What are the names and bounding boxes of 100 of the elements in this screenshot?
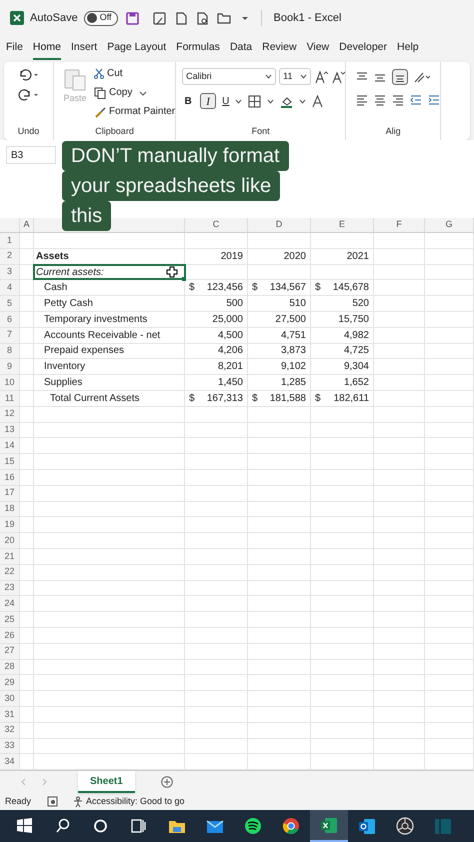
- scissors-icon: [94, 68, 104, 79]
- cell-value: 9,304: [344, 360, 369, 374]
- copy-icon: [94, 86, 106, 98]
- cut-button[interactable]: Cut: [94, 66, 176, 81]
- cell-value: 4,751: [280, 328, 306, 343]
- paintbrush-icon: [94, 106, 106, 118]
- align-center-icon[interactable]: [374, 94, 386, 106]
- cell-value: 4,982: [344, 328, 369, 343]
- menu-tab[interactable]: Formulas: [176, 38, 220, 60]
- italic-button[interactable]: I: [200, 93, 216, 109]
- cell-value: 134,567: [270, 281, 306, 296]
- menu-tab[interactable]: Insert: [70, 38, 98, 60]
- increase-font-icon[interactable]: [314, 70, 328, 84]
- currency-sign: $: [252, 392, 258, 406]
- cell-text: Petty Cash: [43, 297, 93, 312]
- menu-tab[interactable]: Data: [230, 38, 252, 60]
- decrease-font-icon[interactable]: [331, 70, 346, 84]
- fill-color-icon[interactable]: [280, 94, 294, 108]
- print-preview-icon[interactable]: [196, 12, 209, 24]
- redo-icon[interactable]: [18, 88, 40, 102]
- cell-value: 15,750: [338, 312, 369, 327]
- menu-tab[interactable]: Review: [262, 38, 297, 60]
- save-as-icon[interactable]: [152, 12, 166, 24]
- column-header[interactable]: A: [23, 218, 30, 232]
- autosave-label: AutoSave: [30, 10, 78, 26]
- name-box[interactable]: B3: [6, 146, 56, 164]
- align-right-icon[interactable]: [392, 94, 404, 106]
- cell-value: 123,456: [206, 281, 243, 296]
- caret-icon: [139, 88, 148, 96]
- cell-text: Assets: [35, 250, 69, 264]
- cell-text: Cash: [43, 281, 68, 296]
- folder-icon[interactable]: [216, 12, 231, 24]
- caret-icon: [267, 98, 274, 104]
- cell-text: Supplies: [43, 376, 82, 390]
- cell-text: Prepaid expenses: [43, 344, 124, 358]
- underline-button[interactable]: U: [222, 94, 230, 108]
- cell-value: 2020: [284, 250, 306, 264]
- font-size-field[interactable]: 11: [279, 68, 312, 85]
- cell-value: 4,206: [218, 344, 243, 358]
- save-icon[interactable]: [126, 12, 139, 24]
- sheet-tab[interactable]: Sheet1: [78, 771, 135, 794]
- new-file-icon[interactable]: [176, 12, 187, 24]
- column-header[interactable]: C: [212, 218, 220, 232]
- cell-value: 182,611: [334, 392, 369, 406]
- cell-value: 1,652: [344, 376, 369, 390]
- undo-icon[interactable]: [18, 68, 40, 82]
- caret-icon: [265, 73, 272, 80]
- group-label: Undo: [18, 125, 40, 138]
- menu-tab[interactable]: Page Layout: [107, 38, 166, 60]
- group-label: Clipboard: [95, 125, 134, 138]
- column-header[interactable]: G: [445, 218, 452, 232]
- cell-value: 27,500: [275, 312, 306, 327]
- cell-value: 1,450: [218, 376, 243, 390]
- currency-sign: $: [189, 281, 195, 296]
- cell-value: 9,102: [280, 360, 306, 374]
- align-bottom-icon[interactable]: [392, 69, 408, 85]
- cell-value: 8,201: [218, 360, 243, 374]
- cell-value: 500: [226, 297, 243, 312]
- orientation-icon[interactable]: [414, 71, 430, 83]
- cell-text: Inventory: [43, 360, 86, 374]
- move-cursor-icon: [166, 266, 178, 278]
- group-label: Alig: [386, 125, 401, 138]
- align-left-icon[interactable]: [356, 94, 368, 106]
- menu-tab[interactable]: File: [6, 38, 23, 60]
- copy-button[interactable]: Copy: [94, 85, 176, 100]
- currency-sign: $: [315, 392, 321, 406]
- caret-icon: [235, 98, 242, 104]
- cell-text: Accounts Receivable - net: [43, 328, 160, 343]
- cell-value: 145,678: [332, 281, 369, 296]
- menu-tab[interactable]: View: [306, 38, 330, 60]
- window-title: Book1 - Excel: [274, 10, 342, 26]
- currency-sign: $: [315, 281, 321, 296]
- column-header[interactable]: E: [338, 218, 345, 232]
- cell-text: Temporary investments: [43, 312, 148, 327]
- menu-tab[interactable]: Help: [397, 38, 419, 60]
- selected-cell[interactable]: Current assets:: [34, 264, 185, 280]
- borders-icon[interactable]: [248, 94, 262, 108]
- menu-tab[interactable]: Developer: [339, 38, 388, 60]
- macro-icon[interactable]: [47, 796, 58, 808]
- person-check-icon: [72, 796, 84, 808]
- cell-text: Total Current Assets: [49, 392, 140, 406]
- customize-caret-icon[interactable]: [240, 14, 249, 22]
- format-painter-button[interactable]: Format Painter: [94, 104, 176, 119]
- decrease-indent-icon[interactable]: [410, 94, 422, 106]
- column-header[interactable]: D: [276, 218, 282, 232]
- column-header[interactable]: F: [396, 218, 402, 232]
- currency-sign: $: [252, 281, 258, 296]
- font-color-icon[interactable]: [312, 94, 324, 108]
- cell-value: 2021: [346, 250, 369, 264]
- increase-indent-icon[interactable]: [428, 94, 440, 106]
- accessibility-status[interactable]: Accessibility: Good to go: [72, 794, 185, 808]
- cell-value: 2019: [220, 250, 243, 264]
- bold-button[interactable]: B: [182, 94, 194, 108]
- caret-icon: [300, 73, 308, 80]
- menu-tab[interactable]: Home: [32, 38, 61, 60]
- font-name-field[interactable]: Calibri: [182, 68, 276, 85]
- autosave-toggle[interactable]: Off: [84, 10, 118, 26]
- cell-value: 1,285: [280, 376, 306, 390]
- add-sheet-icon[interactable]: [160, 776, 173, 788]
- cell-value: 167,313: [206, 392, 243, 406]
